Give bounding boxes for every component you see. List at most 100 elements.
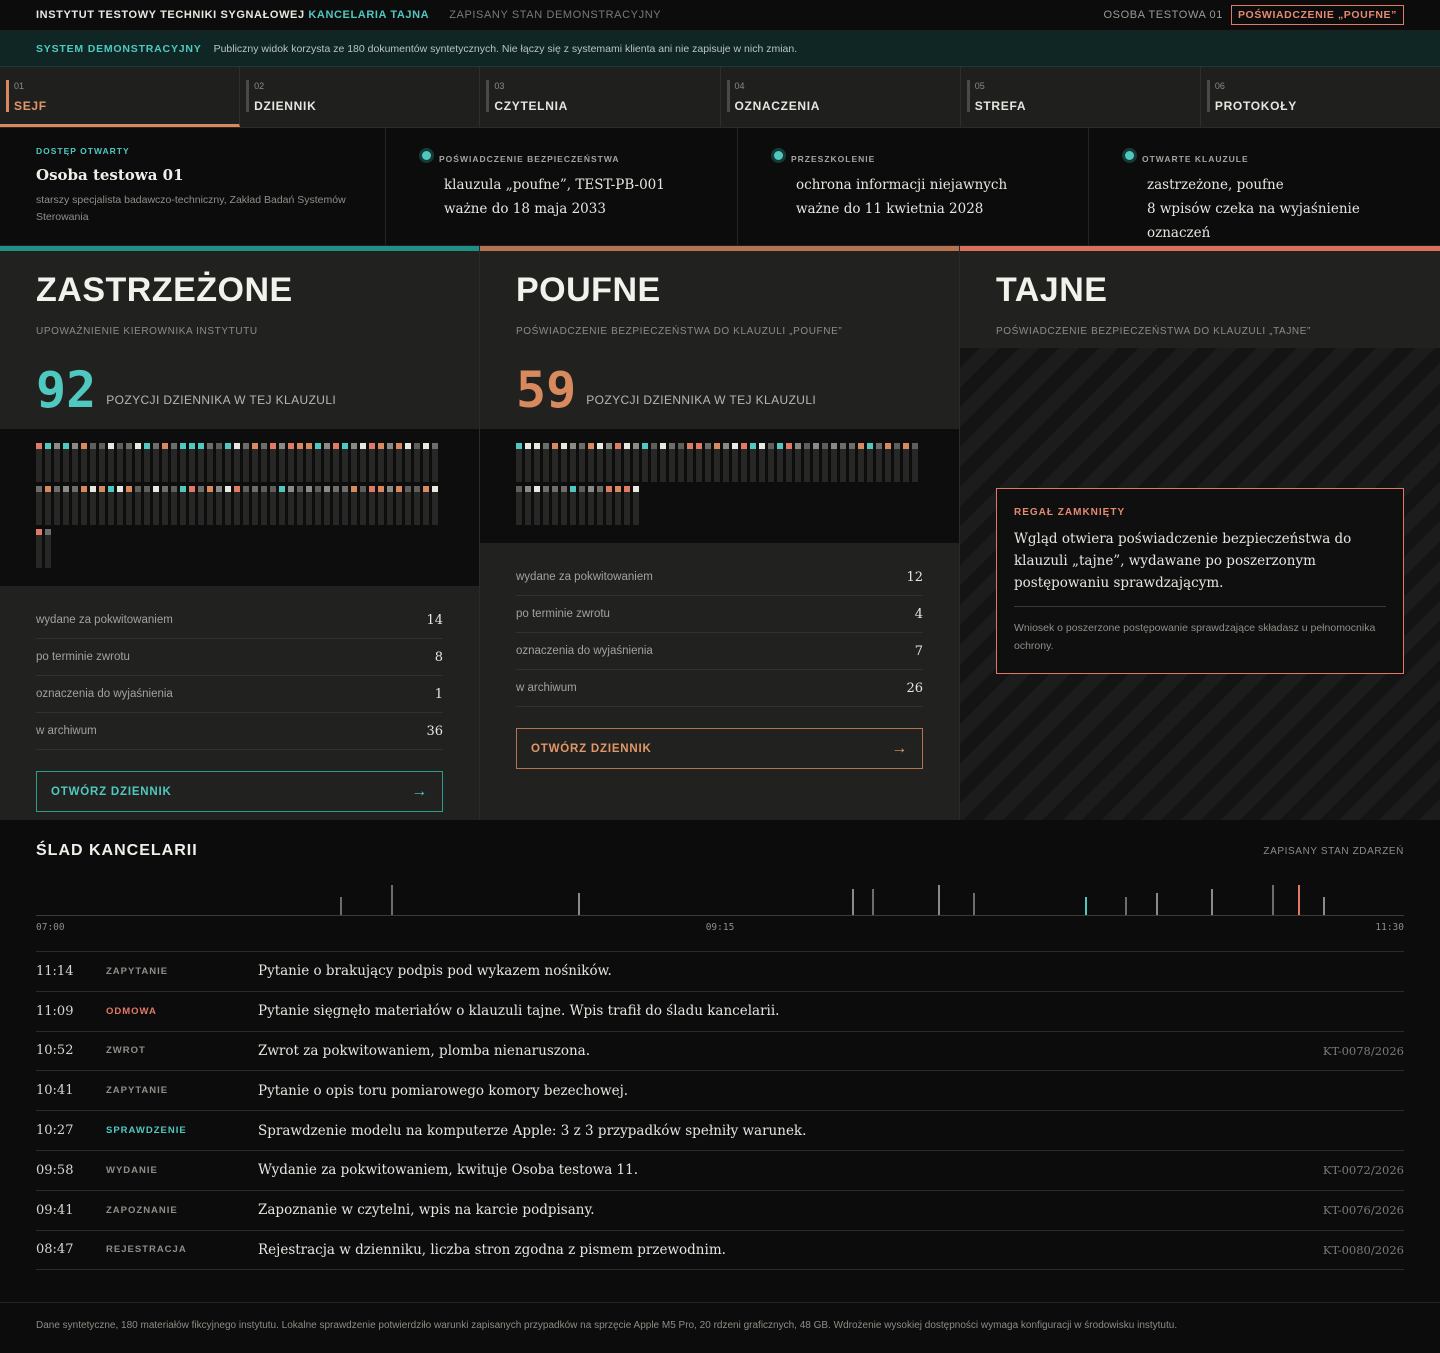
entry-marker[interactable] — [678, 443, 684, 482]
entry-marker[interactable] — [162, 443, 168, 482]
timeline-tick[interactable] — [1155, 893, 1158, 915]
entry-marker[interactable] — [912, 443, 918, 482]
entry-marker[interactable] — [81, 443, 87, 482]
entry-marker[interactable] — [387, 443, 393, 482]
entry-marker[interactable] — [306, 443, 312, 482]
entry-marker[interactable] — [831, 443, 837, 482]
timeline-tick[interactable] — [1272, 885, 1275, 915]
entry-marker[interactable] — [342, 486, 348, 525]
entry-marker[interactable] — [261, 486, 267, 525]
entry-marker[interactable] — [606, 486, 612, 525]
entry-marker[interactable] — [804, 443, 810, 482]
entry-marker[interactable] — [63, 443, 69, 482]
entry-marker[interactable] — [876, 443, 882, 482]
entry-marker[interactable] — [324, 443, 330, 482]
entry-marker[interactable] — [351, 443, 357, 482]
entry-marker[interactable] — [297, 443, 303, 482]
entry-marker[interactable] — [414, 486, 420, 525]
entry-marker[interactable] — [423, 443, 429, 482]
entry-marker[interactable] — [552, 443, 558, 482]
entry-marker[interactable] — [216, 486, 222, 525]
entry-marker[interactable] — [108, 443, 114, 482]
entry-marker[interactable] — [126, 486, 132, 525]
entry-marker[interactable] — [561, 486, 567, 525]
entry-marker[interactable] — [333, 486, 339, 525]
entry-marker[interactable] — [270, 486, 276, 525]
timeline-tick[interactable] — [1297, 885, 1300, 915]
entry-marker[interactable] — [858, 443, 864, 482]
event-row[interactable]: 11:14 ZAPYTANIE Pytanie o brakujący podpis… — [36, 952, 1404, 992]
entry-marker[interactable] — [732, 443, 738, 482]
timeline-tick[interactable] — [1084, 897, 1087, 915]
entry-marker[interactable] — [306, 486, 312, 525]
entry-marker[interactable] — [516, 486, 522, 525]
entry-marker[interactable] — [252, 486, 258, 525]
entry-marker[interactable] — [54, 443, 60, 482]
entry-marker[interactable] — [99, 443, 105, 482]
entry-marker[interactable] — [543, 486, 549, 525]
entry-marker[interactable] — [171, 486, 177, 525]
entry-marker[interactable] — [615, 443, 621, 482]
timeline-tick[interactable] — [1322, 897, 1325, 915]
entry-marker[interactable] — [45, 443, 51, 482]
open-journal-button[interactable]: OTWÓRZ DZIENNIK → — [36, 771, 443, 812]
timeline-tick[interactable] — [390, 885, 393, 915]
entry-marker[interactable] — [579, 486, 585, 525]
entry-marker[interactable] — [723, 443, 729, 482]
entry-marker[interactable] — [669, 443, 675, 482]
entry-marker[interactable] — [414, 443, 420, 482]
entry-marker[interactable] — [279, 443, 285, 482]
entry-marker[interactable] — [252, 443, 258, 482]
entry-marker[interactable] — [36, 529, 42, 568]
entry-marker[interactable] — [72, 486, 78, 525]
entry-marker[interactable] — [153, 486, 159, 525]
entry-marker[interactable] — [36, 486, 42, 525]
entry-marker[interactable] — [660, 443, 666, 482]
entry-marker[interactable] — [588, 443, 594, 482]
entry-marker[interactable] — [351, 486, 357, 525]
entry-marker[interactable] — [369, 486, 375, 525]
entry-marker[interactable] — [243, 486, 249, 525]
entry-marker[interactable] — [36, 443, 42, 482]
entry-marker[interactable] — [561, 443, 567, 482]
entry-marker[interactable] — [135, 443, 141, 482]
entry-marker[interactable] — [396, 443, 402, 482]
entry-marker[interactable] — [624, 486, 630, 525]
entry-marker[interactable] — [588, 486, 594, 525]
entry-marker[interactable] — [822, 443, 828, 482]
entry-marker[interactable] — [81, 486, 87, 525]
entry-marker[interactable] — [54, 486, 60, 525]
entry-marker[interactable] — [552, 486, 558, 525]
entry-marker[interactable] — [207, 443, 213, 482]
entry-marker[interactable] — [423, 486, 429, 525]
entry-marker[interactable] — [243, 443, 249, 482]
entry-marker[interactable] — [198, 443, 204, 482]
entry-marker[interactable] — [315, 486, 321, 525]
entry-marker[interactable] — [642, 443, 648, 482]
entry-marker[interactable] — [315, 443, 321, 482]
entry-marker[interactable] — [606, 443, 612, 482]
entry-marker[interactable] — [324, 486, 330, 525]
entry-marker[interactable] — [270, 443, 276, 482]
event-row[interactable]: 09:58 WYDANIE Wydanie za pokwitowaniem, kw… — [36, 1151, 1404, 1191]
entry-marker[interactable] — [741, 443, 747, 482]
entry-marker[interactable] — [840, 443, 846, 482]
entry-marker[interactable] — [813, 443, 819, 482]
entry-marker[interactable] — [633, 443, 639, 482]
entry-marker[interactable] — [108, 486, 114, 525]
entry-marker[interactable] — [714, 443, 720, 482]
event-row[interactable]: 11:09 ODMOWA Pytanie sięgnęło materiałów o… — [36, 992, 1404, 1032]
entry-marker[interactable] — [144, 443, 150, 482]
entry-marker[interactable] — [651, 443, 657, 482]
tab-strefa[interactable]: 05 STREFA — [961, 67, 1201, 127]
entry-marker[interactable] — [180, 486, 186, 525]
open-journal-button[interactable]: OTWÓRZ DZIENNIK → — [516, 728, 923, 769]
entry-marker[interactable] — [615, 486, 621, 525]
entry-marker[interactable] — [795, 443, 801, 482]
tab-czytelnia[interactable]: 03 CZYTELNIA — [480, 67, 721, 127]
entry-marker[interactable] — [207, 486, 213, 525]
entry-marker[interactable] — [534, 443, 540, 482]
entry-marker[interactable] — [45, 529, 51, 568]
entry-marker[interactable] — [777, 443, 783, 482]
entry-marker[interactable] — [705, 443, 711, 482]
